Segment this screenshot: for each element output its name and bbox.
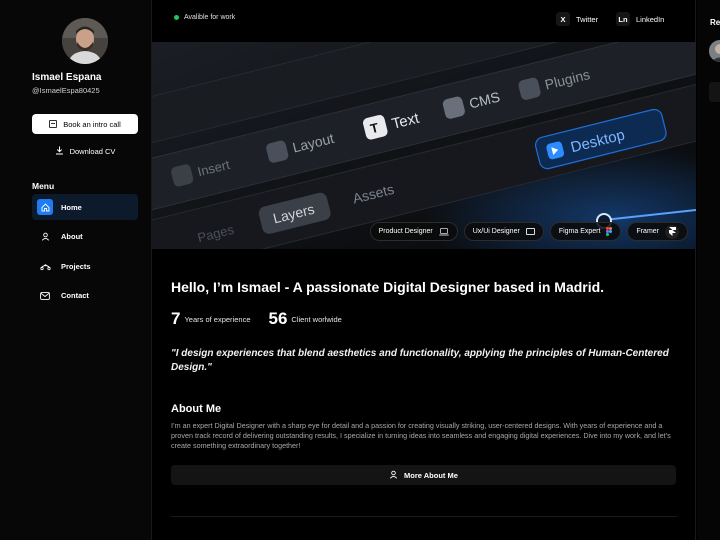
availability-status: Avalible for work [174, 14, 235, 21]
chip-label-product-designer: Product Designer [378, 228, 433, 235]
profile-name: Ismael Espana [32, 72, 102, 83]
nav-item-about[interactable]: About [32, 224, 138, 250]
more-about-me-button[interactable]: More About Me [171, 465, 676, 485]
sidebar: Ismael Espana @IsmaelEspa80425 Book an i… [0, 0, 152, 540]
x-logo-icon: X [556, 12, 570, 26]
skill-chips: Product Designer Ux/Ui Designer Figma Ex… [369, 222, 688, 241]
main-content: Avalible for work X Twitter Ln LinkedIn [152, 0, 696, 540]
stat-clients: 56 Client worlwide [269, 309, 342, 329]
chip-framer[interactable]: Framer [627, 222, 688, 241]
linkedin-label: LinkedIn [636, 14, 665, 24]
nav-item-contact[interactable]: Contact [32, 283, 138, 309]
right-panel: Re [697, 0, 720, 540]
linkedin-logo-icon: Ln [616, 12, 630, 26]
laptop-icon [439, 227, 449, 236]
twitter-label: Twitter [576, 14, 599, 24]
stat-clients-label: Client worlwide [291, 314, 342, 324]
stat-experience-number: 7 [171, 309, 181, 328]
availability-label: Avalible for work [184, 14, 236, 21]
twitter-link[interactable]: X Twitter [556, 12, 598, 26]
page-headline: Hello, I’m Ismael - A passionate Digital… [171, 279, 605, 295]
hero-image: Insert Layout T Text CMS Plugins Pages L… [152, 42, 696, 249]
user-icon [389, 470, 398, 481]
right-panel-title: Re [710, 18, 720, 27]
nav-item-projects[interactable]: Projects [32, 253, 138, 279]
nav-label-about: About [61, 232, 83, 241]
mail-icon [37, 288, 53, 304]
chip-label-framer: Framer [636, 228, 659, 235]
framer-icon [665, 224, 679, 239]
section-divider [171, 516, 677, 517]
about-title: About Me [171, 403, 222, 415]
chip-label-ux-ui-designer: Ux/Ui Designer [472, 228, 520, 235]
stat-experience: 7 Years of experience [171, 309, 251, 329]
book-intro-call-label: Book an intro call [63, 119, 121, 129]
download-icon [55, 146, 64, 157]
stat-clients-number: 56 [268, 309, 288, 328]
menu-title: Menu [32, 181, 55, 191]
profile-handle: @IsmaelEspa80425 [32, 86, 100, 95]
recommendation-card[interactable] [709, 82, 720, 102]
hero-banner: Insert Layout T Text CMS Plugins Pages L… [152, 42, 696, 249]
more-about-me-label: More About Me [404, 470, 458, 480]
home-icon [37, 199, 53, 215]
nav-label-home: Home [61, 202, 82, 212]
about-body: I’m an expert Digital Designer with a sh… [171, 421, 671, 450]
design-quote: "I design experiences that blend aesthet… [171, 348, 669, 373]
chip-figma-expert[interactable]: Figma Expert [549, 222, 622, 241]
download-cv-label: Download CV [69, 146, 116, 156]
recommendation-avatar[interactable] [709, 40, 720, 62]
nav-label-contact: Contact [61, 291, 89, 300]
avatar [62, 18, 108, 64]
nav-label-projects: Projects [61, 261, 91, 271]
chip-ux-ui-designer[interactable]: Ux/Ui Designer [463, 222, 544, 241]
nav-item-home[interactable]: Home [32, 194, 138, 220]
chip-product-designer[interactable]: Product Designer [369, 222, 458, 241]
intro-section: Hello, I’m Ismael - A passionate Digital… [171, 278, 677, 485]
user-icon [37, 229, 53, 245]
figma-icon [606, 227, 613, 236]
stat-experience-label: Years of experience [184, 314, 251, 324]
stats-row: 7 Years of experience 56 Client worlwide [171, 309, 677, 329]
top-bar: Avalible for work X Twitter Ln LinkedIn [152, 0, 696, 42]
chip-label-figma-expert: Figma Expert [558, 228, 601, 235]
calendar-icon [49, 120, 58, 128]
linkedin-link[interactable]: Ln LinkedIn [616, 12, 664, 26]
window-icon [525, 228, 535, 235]
projects-icon [37, 258, 53, 274]
main-nav: Home About Projects Contact [32, 194, 138, 312]
book-intro-call-button[interactable]: Book an intro call [32, 114, 138, 134]
status-dot-icon [174, 15, 179, 20]
download-cv-button[interactable]: Download CV [32, 142, 138, 160]
